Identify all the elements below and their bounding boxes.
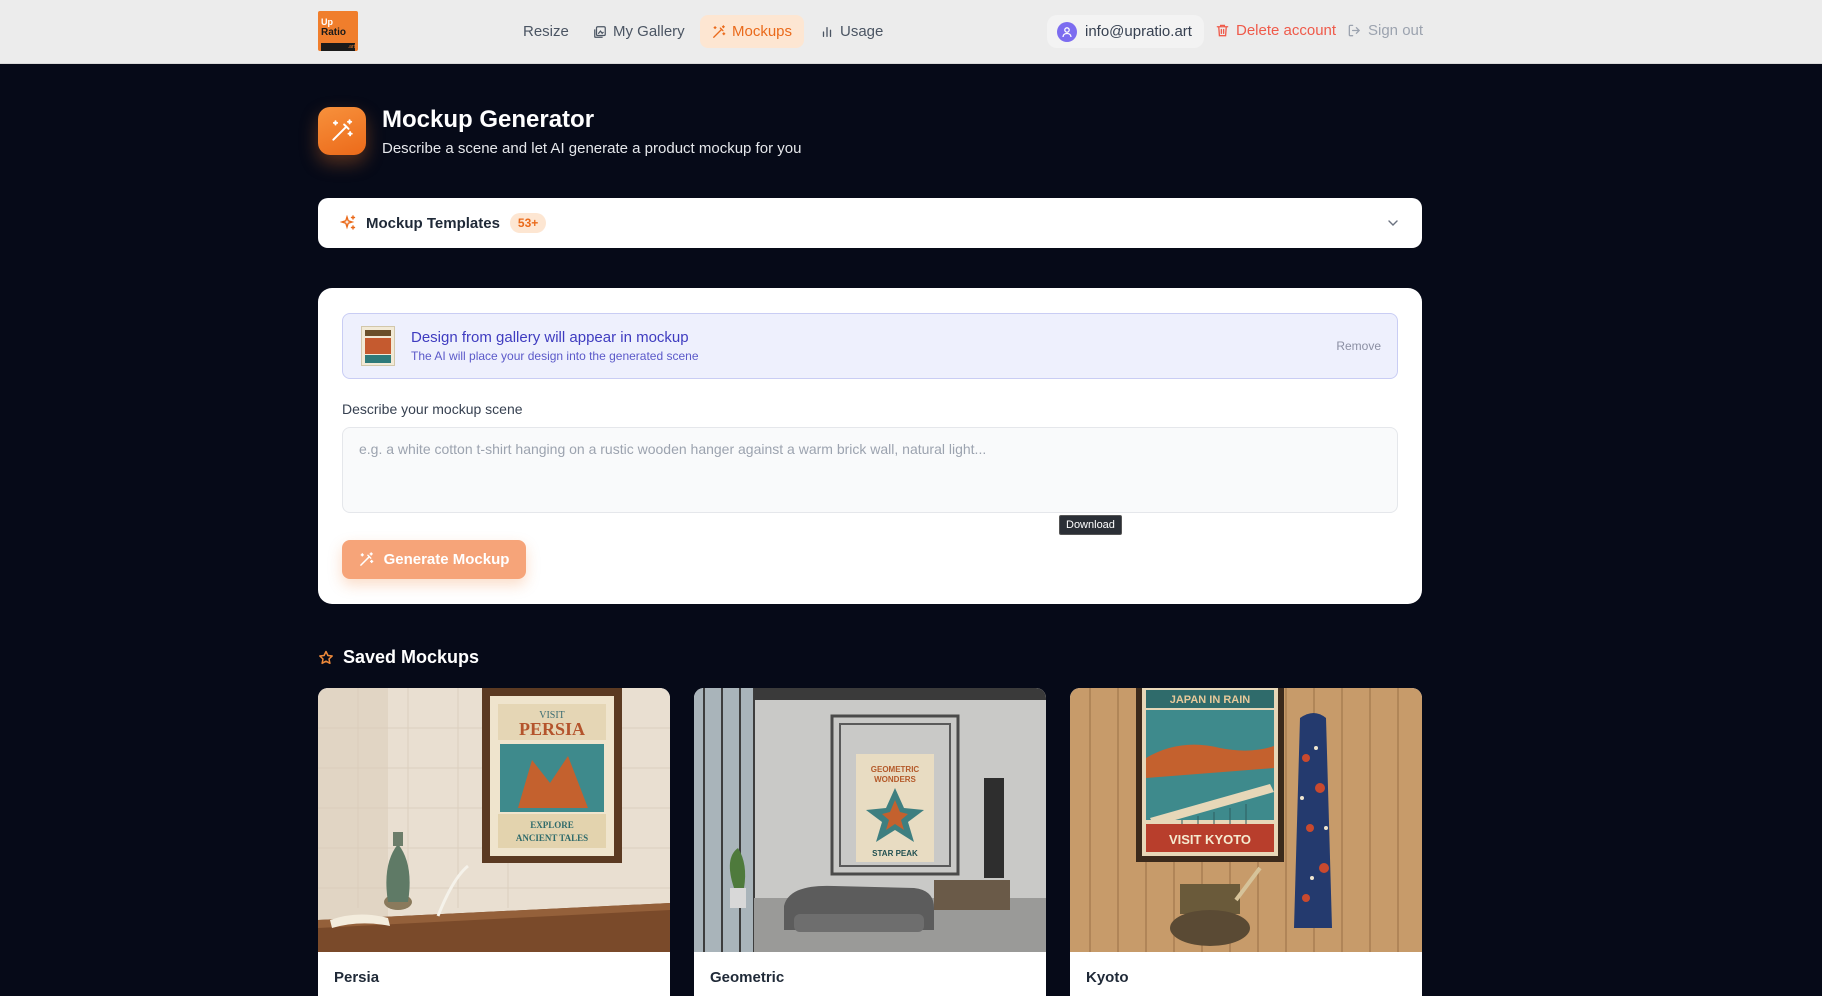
nav-my-gallery[interactable]: My Gallery <box>581 15 697 48</box>
nav-resize[interactable]: Resize <box>511 15 581 48</box>
svg-text:VISIT KYOTO: VISIT KYOTO <box>1169 832 1251 847</box>
logo-text-domain: .art <box>347 44 355 50</box>
mockup-generator-icon <box>318 107 366 155</box>
generate-mockup-button[interactable]: Generate Mockup <box>342 540 526 579</box>
delete-account-button[interactable]: Delete account <box>1215 22 1336 39</box>
svg-text:GEOMETRIC: GEOMETRIC <box>871 765 920 774</box>
gallery-design-banner: Design from gallery will appear in mocku… <box>342 313 1398 379</box>
logo[interactable]: Up Ratio .art <box>318 11 358 51</box>
sign-out-icon <box>1348 24 1361 37</box>
saved-mockup-card[interactable]: GEOMETRIC WONDERS STAR PEAK Geometric <box>694 688 1046 996</box>
generate-mockup-label: Generate Mockup <box>383 551 510 568</box>
saved-mockup-card[interactable]: VISIT PERSIA EXPLORE ANCIENT TALES Persi… <box>318 688 670 996</box>
gallery-icon <box>594 25 606 38</box>
scene-description-input[interactable] <box>342 427 1398 513</box>
svg-text:WONDERS: WONDERS <box>874 775 916 784</box>
svg-text:EXPLORE: EXPLORE <box>530 820 574 830</box>
user-avatar <box>1057 21 1077 42</box>
mockup-form-card: Design from gallery will appear in mocku… <box>318 288 1422 604</box>
star-icon <box>319 650 333 664</box>
mockup-image-geometric[interactable]: GEOMETRIC WONDERS STAR PEAK <box>694 688 1046 952</box>
templates-count-badge: 53+ <box>509 213 547 233</box>
svg-text:ANCIENT TALES: ANCIENT TALES <box>516 833 588 843</box>
top-navbar: Up Ratio .art Resize My Gallery Mockups … <box>0 0 1822 64</box>
mockup-name: Kyoto <box>1086 969 1129 986</box>
mockup-image-persia[interactable]: VISIT PERSIA EXPLORE ANCIENT TALES <box>318 688 670 952</box>
trash-icon <box>1216 24 1229 37</box>
nav-resize-label: Resize <box>523 23 569 40</box>
mockup-name: Geometric <box>710 969 785 986</box>
mockup-templates-toggle[interactable]: Mockup Templates 53+ <box>318 198 1422 248</box>
chevron-down-icon <box>1388 220 1398 226</box>
page-title: Mockup Generator <box>382 106 595 133</box>
svg-text:STAR PEAK: STAR PEAK <box>872 849 918 858</box>
logo-text-ratio: Ratio <box>321 27 346 38</box>
wand-icon <box>713 24 726 38</box>
banner-title: Design from gallery will appear in mocku… <box>411 329 689 346</box>
nav-usage[interactable]: Usage <box>808 15 895 48</box>
remove-design-button[interactable]: Remove <box>1336 339 1381 353</box>
user-icon <box>1062 26 1072 37</box>
user-account-chip[interactable]: info@upratio.art <box>1047 15 1204 48</box>
wand-icon <box>359 552 373 566</box>
mockup-name: Persia <box>334 969 380 986</box>
banner-subtitle: The AI will place your design into the g… <box>411 349 699 363</box>
svg-text:PERSIA: PERSIA <box>519 719 585 739</box>
page-subtitle: Describe a scene and let AI generate a p… <box>382 140 802 157</box>
sparkles-icon <box>340 215 356 230</box>
templates-label: Mockup Templates <box>366 214 500 232</box>
nav-mockups-label: Mockups <box>732 23 793 40</box>
svg-text:JAPAN IN RAIN: JAPAN IN RAIN <box>1170 694 1251 706</box>
mockup-image-kyoto[interactable]: JAPAN IN RAIN VISIT KYOTO <box>1070 688 1422 952</box>
logo-text-up: Up <box>321 17 333 27</box>
design-thumbnail <box>361 326 395 366</box>
download-tooltip: Download <box>1059 515 1122 535</box>
wand-icon <box>332 119 353 141</box>
saved-mockup-card[interactable]: JAPAN IN RAIN VISIT KYOTO Kyoto <box>1070 688 1422 996</box>
delete-account-label: Delete account <box>1236 22 1337 39</box>
sign-out-button[interactable]: Sign out <box>1347 22 1423 39</box>
nav-usage-label: Usage <box>840 23 884 40</box>
nav-my-gallery-label: My Gallery <box>613 23 685 40</box>
saved-mockups-heading: Saved Mockups <box>318 647 479 668</box>
scene-label: Describe your mockup scene <box>342 401 523 417</box>
bar-chart-icon <box>822 26 832 37</box>
user-email: info@upratio.art <box>1085 23 1192 40</box>
sign-out-label: Sign out <box>1368 22 1424 39</box>
nav-mockups[interactable]: Mockups <box>700 15 805 48</box>
saved-mockups-title: Saved Mockups <box>343 647 480 667</box>
